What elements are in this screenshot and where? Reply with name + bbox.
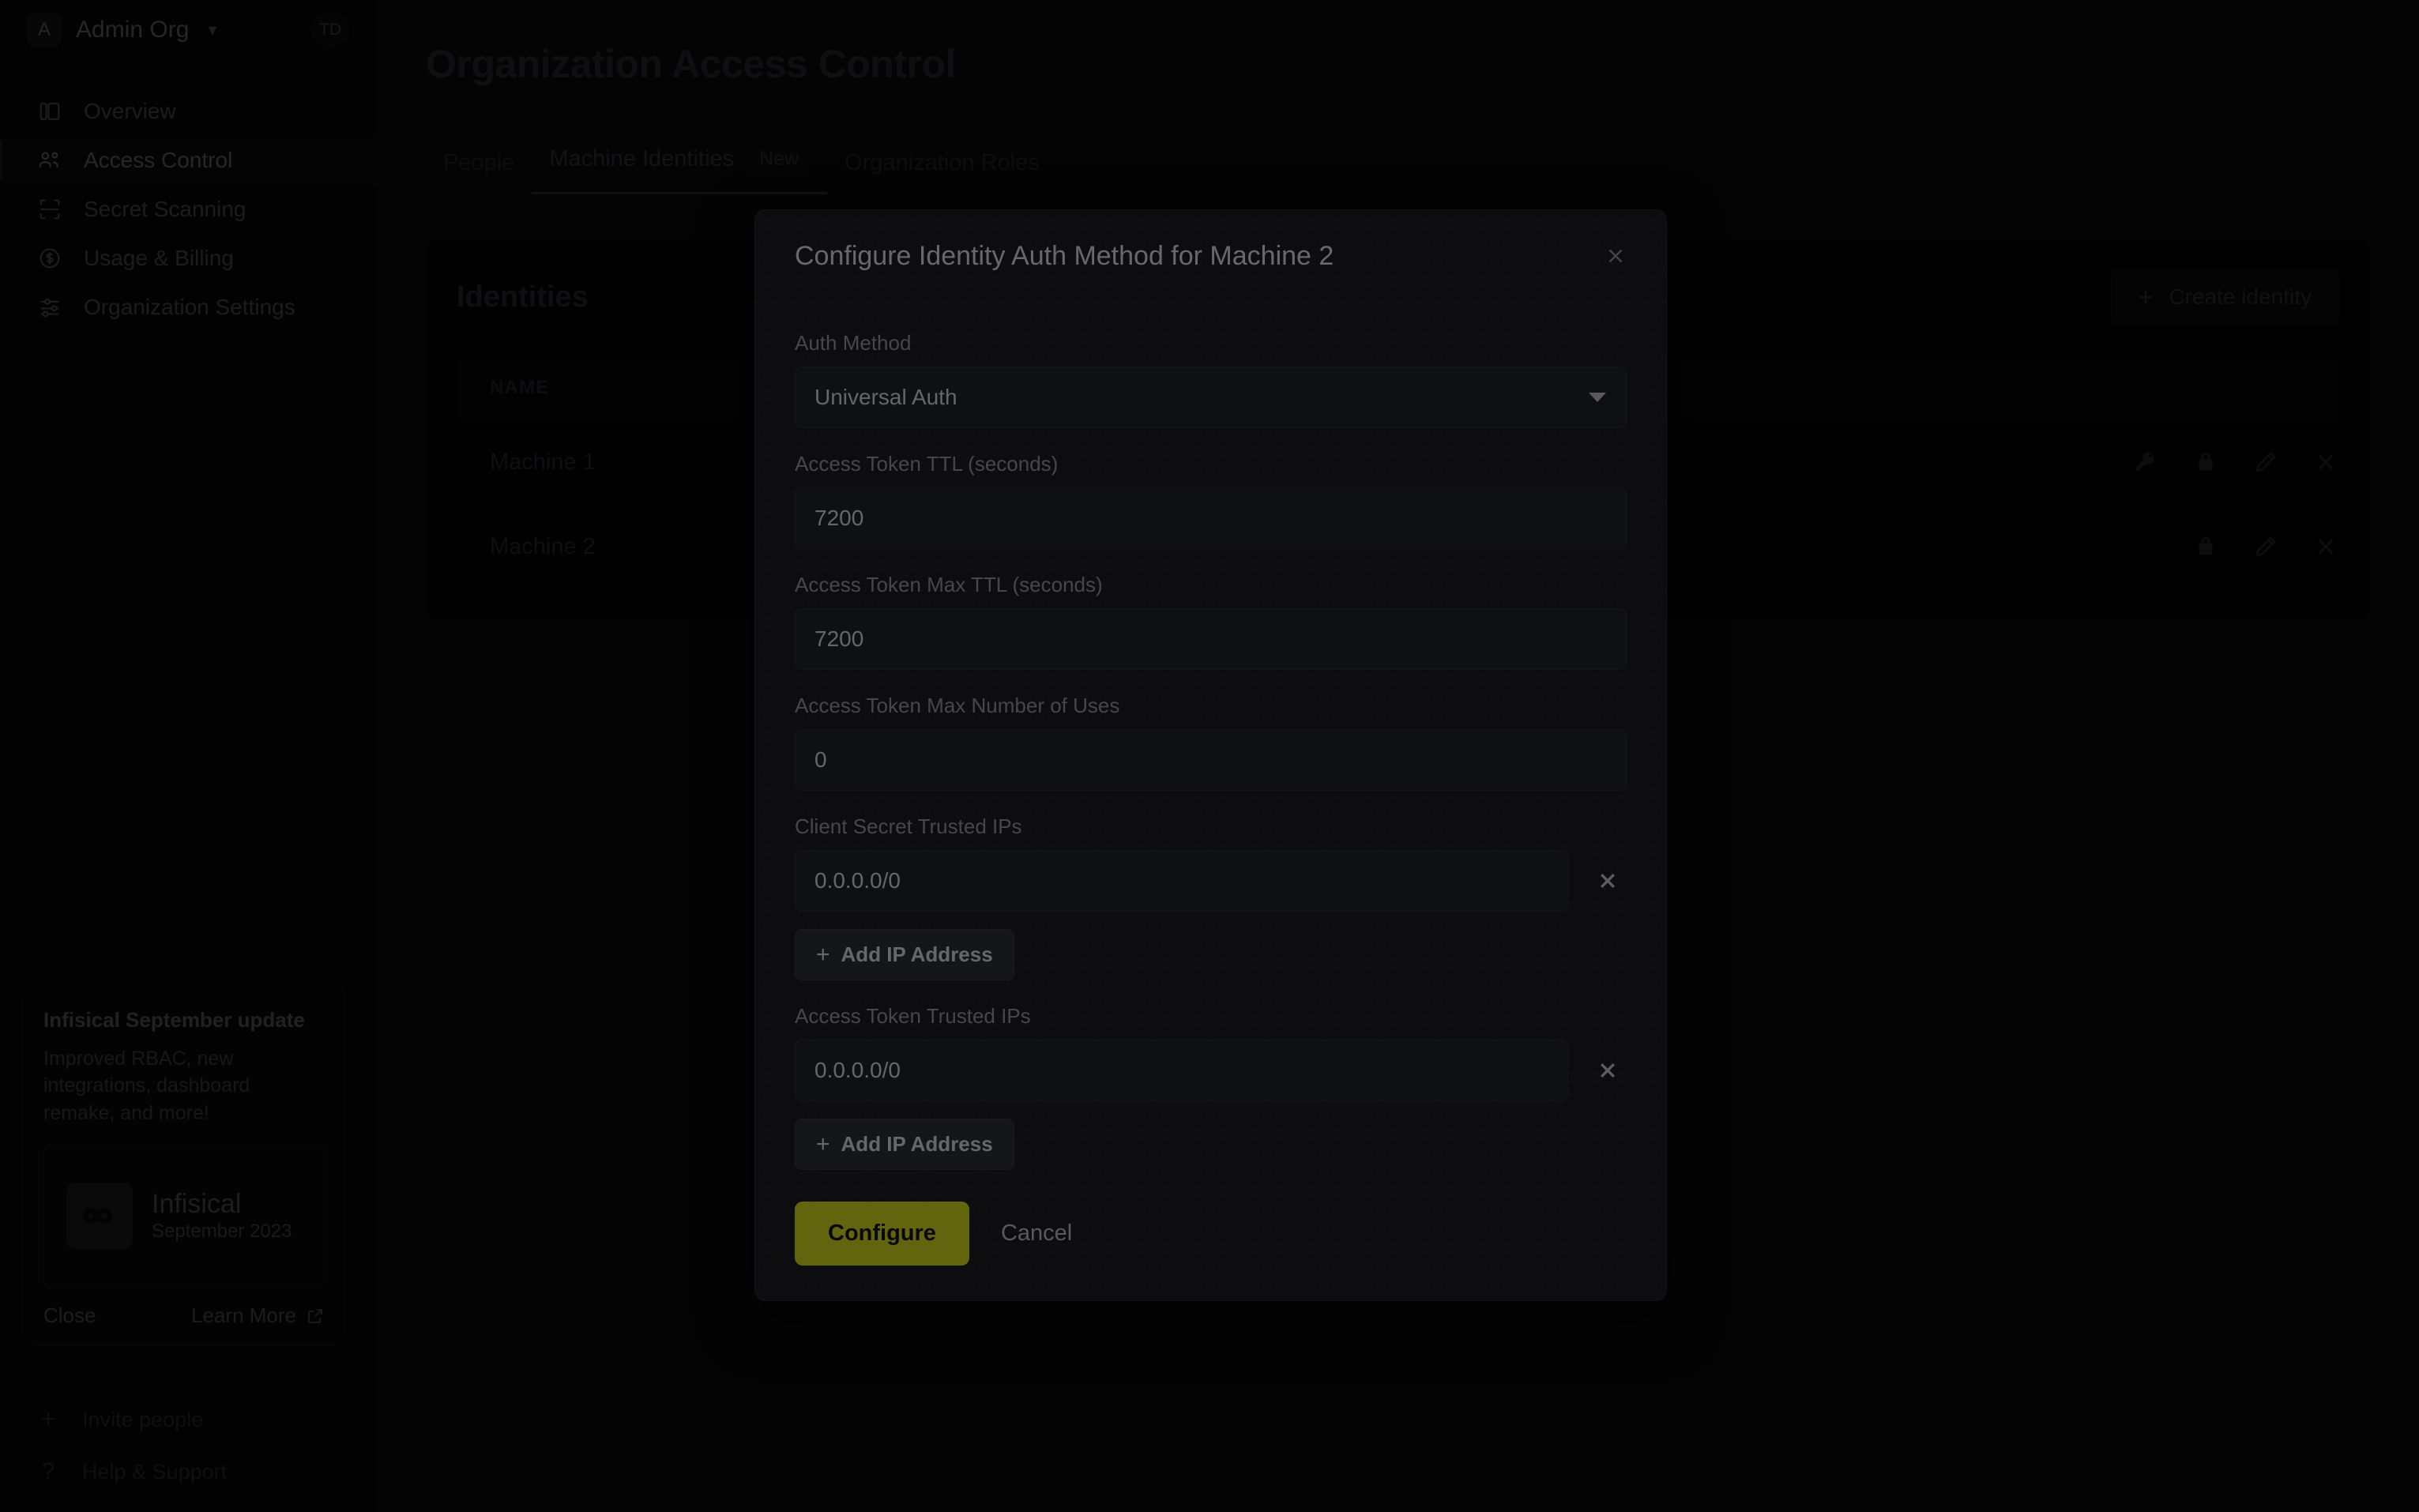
modal-overlay[interactable]	[0, 0, 2419, 1512]
app-root: A Admin Org ▾ TD Overview	[0, 0, 2419, 1512]
